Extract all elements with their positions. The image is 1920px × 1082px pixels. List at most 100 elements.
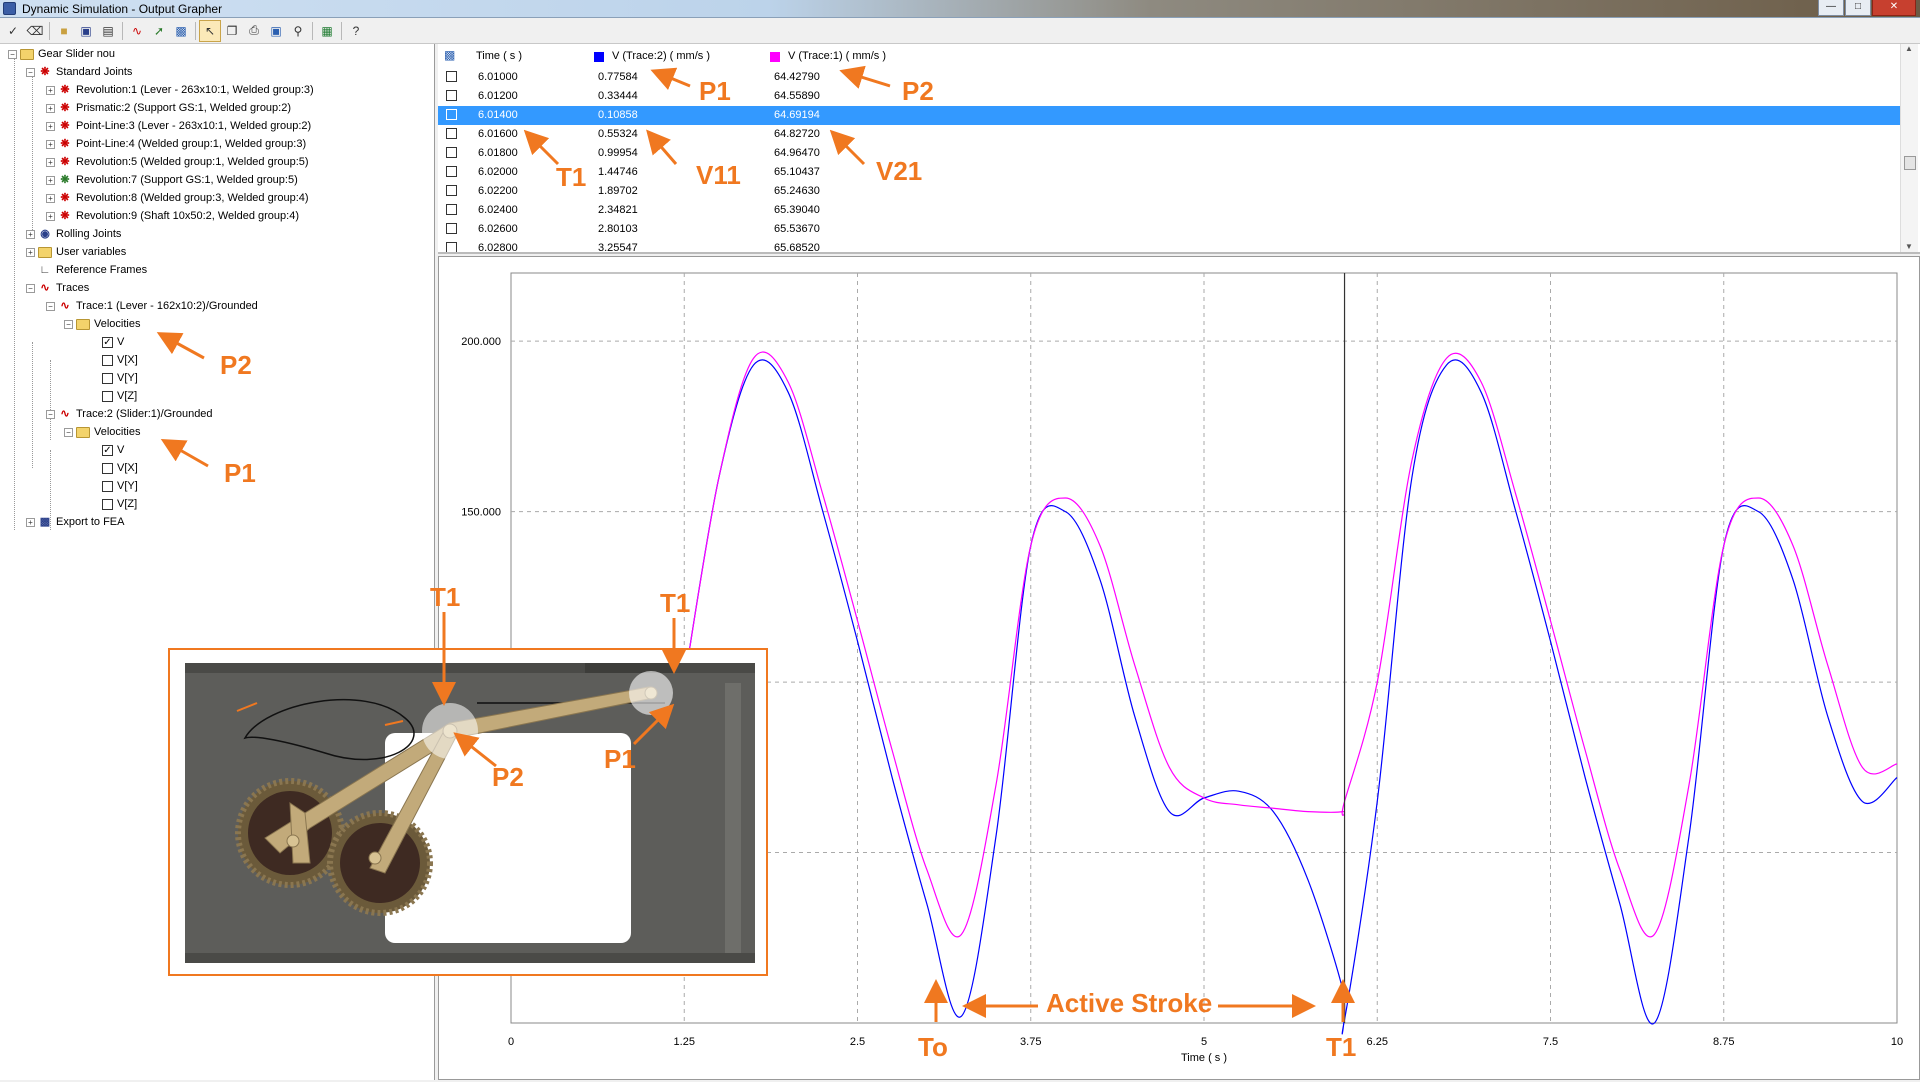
chart-icon[interactable]: ▩ [170, 20, 192, 42]
tree-joint-item[interactable]: + ❋ Point-Line:4 (Welded group:1, Welded… [46, 135, 306, 153]
collapse-icon[interactable]: − [46, 409, 55, 419]
collapse-icon[interactable]: − [26, 283, 35, 293]
scroll-up-icon[interactable]: ▲ [1905, 44, 1913, 53]
close-button[interactable]: ✕ [1872, 0, 1916, 16]
checkbox[interactable] [102, 480, 113, 492]
tree-user-variables[interactable]: + User variables [26, 243, 126, 261]
row-checkbox[interactable] [446, 128, 457, 139]
open-icon[interactable]: ■ [53, 20, 75, 42]
expand-icon[interactable]: + [46, 121, 55, 131]
table-settings-icon[interactable]: ▩ [444, 48, 455, 62]
expand-icon[interactable]: + [46, 175, 55, 185]
table-row[interactable]: 6.01000 0.77584 64.42790 [438, 68, 1900, 87]
tree-var-vz[interactable]: V[Z] [102, 387, 137, 405]
expand-icon[interactable]: + [46, 103, 55, 113]
expand-icon[interactable]: + [26, 517, 35, 527]
row-checkbox[interactable] [446, 204, 457, 215]
col-header-v-trace1[interactable]: V (Trace:1) ( mm/s ) [788, 50, 886, 62]
tree-var-v[interactable]: ✓ V [102, 333, 124, 351]
col-header-v-trace2[interactable]: V (Trace:2) ( mm/s ) [612, 50, 710, 62]
eraser-icon[interactable]: ⌫ [24, 20, 46, 42]
table-row[interactable]: 6.02600 2.80103 65.53670 [438, 220, 1900, 239]
tree-var-vy[interactable]: V[Y] [102, 369, 138, 387]
tree-joint-item[interactable]: + ❋ Revolution:5 (Welded group:1, Welded… [46, 153, 309, 171]
tree-traces[interactable]: − ∿ Traces [26, 279, 89, 297]
checkbox[interactable] [102, 462, 113, 474]
fit-icon[interactable]: ▣ [265, 20, 287, 42]
maximize-button[interactable]: □ [1845, 0, 1871, 16]
table-row[interactable]: 6.01600 0.55324 64.82720 [438, 125, 1900, 144]
expand-icon[interactable]: + [46, 211, 55, 221]
copy-icon[interactable]: ❐ [221, 20, 243, 42]
collapse-icon[interactable]: − [64, 319, 73, 329]
scroll-down-icon[interactable]: ▼ [1905, 242, 1913, 251]
help-icon[interactable]: ? [345, 20, 367, 42]
saveas-icon[interactable]: ▤ [97, 20, 119, 42]
tree-joint-item[interactable]: + ❋ Point-Line:3 (Lever - 263x10:1, Weld… [46, 117, 311, 135]
table-row[interactable]: 6.01400 0.10858 64.69194 [438, 106, 1900, 125]
print-icon[interactable]: ⎙ [243, 20, 265, 42]
tree-var-vy[interactable]: V[Y] [102, 477, 138, 495]
tree-export-fea[interactable]: + ▩ Export to FEA [26, 513, 124, 531]
expand-icon[interactable]: + [46, 85, 55, 95]
expand-icon[interactable]: + [26, 229, 35, 239]
tree-joint-item[interactable]: + ❋ Revolution:9 (Shaft 10x50:2, Welded … [46, 207, 299, 225]
collapse-icon[interactable]: − [8, 49, 17, 59]
tree-joint-item[interactable]: + ❋ Prismatic:2 (Support GS:1, Welded gr… [46, 99, 291, 117]
tree-trace-1[interactable]: − ∿ Trace:1 (Lever - 162x10:2)/Grounded [46, 297, 258, 315]
checkbox[interactable] [102, 354, 113, 366]
cursor-icon[interactable]: ↖ [199, 19, 221, 42]
excel-icon[interactable]: ▦ [316, 20, 338, 42]
zoom-icon[interactable]: ⚲ [287, 20, 309, 42]
table-row[interactable]: 6.02200 1.89702 65.24630 [438, 182, 1900, 201]
tree-var-vx[interactable]: V[X] [102, 459, 138, 477]
checkbox-checked[interactable]: ✓ [102, 444, 113, 456]
expand-icon[interactable]: + [46, 139, 55, 149]
expand-icon[interactable]: + [46, 193, 55, 203]
checkbox-checked[interactable]: ✓ [102, 336, 113, 348]
table-row[interactable]: 6.01200 0.33444 64.55890 [438, 87, 1900, 106]
row-checkbox[interactable] [446, 71, 457, 82]
row-checkbox[interactable] [446, 242, 457, 252]
tree-reference-frames[interactable]: ∟ Reference Frames [38, 261, 147, 279]
row-checkbox[interactable] [446, 185, 457, 196]
tree-standard-joints[interactable]: − ❋ Standard Joints [26, 63, 132, 81]
tree-joint-item[interactable]: + ❋ Revolution:7 (Support GS:1, Welded g… [46, 171, 298, 189]
row-checkbox[interactable] [446, 166, 457, 177]
tree-velocities[interactable]: − Velocities [64, 423, 140, 441]
collapse-icon[interactable]: − [64, 427, 73, 437]
checkbox[interactable] [102, 390, 113, 402]
tree-var-vx[interactable]: V[X] [102, 351, 138, 369]
checkbox[interactable] [102, 372, 113, 384]
table-row[interactable]: 6.02400 2.34821 65.39040 [438, 201, 1900, 220]
expand-icon[interactable]: + [26, 247, 35, 257]
table-scrollbar[interactable]: ▲ ▼ [1900, 44, 1918, 252]
collapse-icon[interactable]: − [46, 301, 55, 311]
tree-var-v[interactable]: ✓ V [102, 441, 124, 459]
table-row[interactable]: 6.02800 3.25547 65.68520 [438, 239, 1900, 252]
col-header-time[interactable]: Time ( s ) [476, 50, 522, 62]
table-row[interactable]: 6.02000 1.44746 65.10437 [438, 163, 1900, 182]
expand-icon[interactable]: + [46, 157, 55, 167]
row-checkbox[interactable] [446, 90, 457, 101]
tree-root[interactable]: − Gear Slider nou [8, 45, 115, 63]
collapse-icon[interactable]: − [26, 67, 35, 77]
tree-trace-2[interactable]: − ∿ Trace:2 (Slider:1)/Grounded [46, 405, 213, 423]
select-icon[interactable]: ✓ [2, 20, 24, 42]
tree-velocities[interactable]: − Velocities [64, 315, 140, 333]
save-icon[interactable]: ▣ [75, 20, 97, 42]
tree-rolling-joints[interactable]: + ◉ Rolling Joints [26, 225, 121, 243]
scrollbar-thumb[interactable] [1904, 156, 1916, 170]
row-checkbox[interactable] [446, 223, 457, 234]
minimize-button[interactable]: — [1818, 0, 1844, 16]
add-curve-icon[interactable]: ➚ [148, 20, 170, 42]
curve-icon[interactable]: ∿ [126, 20, 148, 42]
tree-joint-item[interactable]: + ❋ Revolution:1 (Lever - 263x10:1, Weld… [46, 81, 314, 99]
row-checkbox[interactable] [446, 109, 457, 120]
checkbox[interactable] [102, 498, 113, 510]
tree-joint-item[interactable]: + ❋ Revolution:8 (Welded group:3, Welded… [46, 189, 309, 207]
row-checkbox[interactable] [446, 147, 457, 158]
tree-var-vz[interactable]: V[Z] [102, 495, 137, 513]
revolution-joint-icon: ❋ [60, 174, 70, 186]
table-row[interactable]: 6.01800 0.99954 64.96470 [438, 144, 1900, 163]
